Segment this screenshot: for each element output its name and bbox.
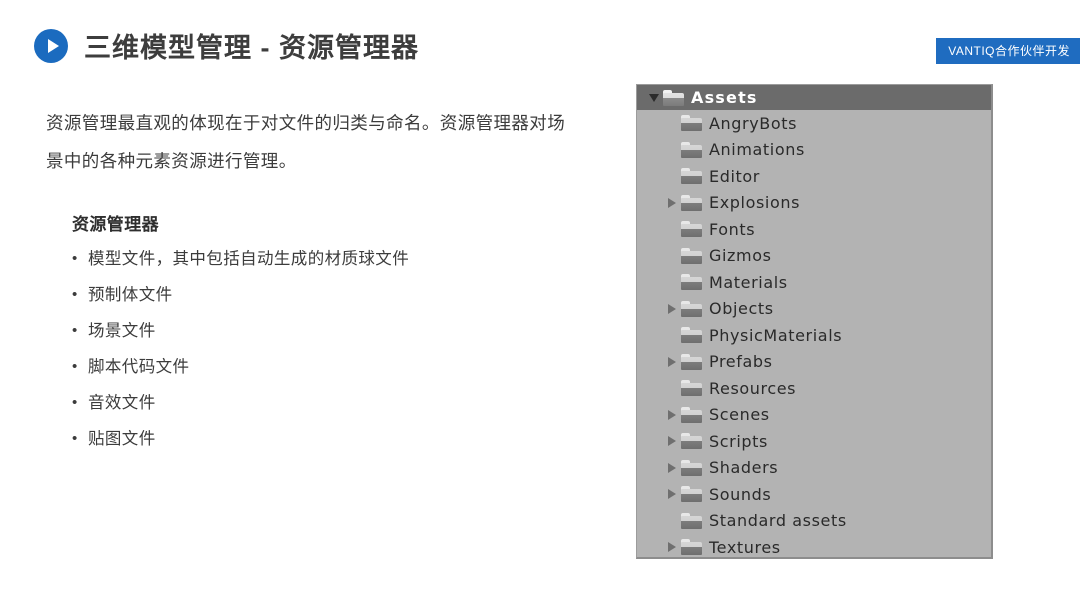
bullet-dot-icon: • (72, 322, 78, 339)
folder-icon (663, 89, 684, 106)
folder-icon (681, 380, 702, 397)
list-item-label: 预制体文件 (88, 286, 173, 304)
tree-row-assets-root[interactable]: Assets (637, 85, 991, 110)
tree-row-angrybots[interactable]: AngryBots (637, 110, 991, 137)
tree-row-label: Prefabs (709, 352, 773, 372)
tree-row-label: Scenes (709, 405, 770, 425)
tree-row-scenes[interactable]: Scenes (637, 402, 991, 429)
chevron-right-icon[interactable] (663, 436, 681, 447)
tree-row-label: Explosions (709, 193, 801, 213)
asset-browser-panel[interactable]: Assets AngryBots Animations Editor Explosio… (636, 84, 993, 559)
list-item: • 模型文件，其中包括自动生成的材质球文件 (72, 241, 586, 277)
tree-row-label: AngryBots (709, 113, 798, 133)
folder-icon (681, 141, 702, 158)
tree-row-label: Gizmos (709, 246, 772, 266)
bullet-dot-icon: • (72, 250, 78, 267)
tree-row-objects[interactable]: Objects (637, 296, 991, 323)
tree-row-fonts[interactable]: Fonts (637, 216, 991, 243)
bullet-dot-icon: • (72, 358, 78, 375)
list-item-label: 脚本代码文件 (88, 358, 190, 376)
tree-row-resources[interactable]: Resources (637, 375, 991, 402)
play-triangle-icon (47, 38, 59, 53)
tree-row-gizmos[interactable]: Gizmos (637, 243, 991, 270)
folder-icon (681, 459, 702, 476)
folder-icon (681, 406, 702, 423)
page-title: 三维模型管理 - 资源管理器 (84, 33, 419, 63)
tree-row-label: Textures (709, 537, 781, 557)
tree-row-prefabs[interactable]: Prefabs (637, 349, 991, 376)
tree-row-label: Editor (709, 166, 760, 186)
tree-row-explosions[interactable]: Explosions (637, 190, 991, 217)
chevron-right-icon[interactable] (663, 303, 681, 314)
chevron-right-icon[interactable] (663, 542, 681, 553)
list-item: • 贴图文件 (72, 421, 586, 457)
tree-row-materials[interactable]: Materials (637, 269, 991, 296)
tree-row-label: Fonts (709, 219, 756, 239)
tree-row-label: Assets (691, 88, 758, 107)
bullet-dot-icon: • (72, 430, 78, 447)
tree-row-label: PhysicMaterials (709, 325, 843, 345)
tree-row-label: Standard assets (709, 511, 847, 531)
list-item: • 场景文件 (72, 313, 586, 349)
intro-paragraph: 资源管理最直观的体现在于对文件的归类与命名。资源管理器对场景中的各种元素资源进行… (46, 113, 566, 171)
tree-row-label: Animations (709, 140, 805, 160)
tree-row-label: Sounds (709, 484, 772, 504)
slide-header: 三维模型管理 - 资源管理器 (34, 26, 419, 65)
list-item-label: 场景文件 (88, 322, 156, 340)
chevron-right-icon[interactable] (663, 409, 681, 420)
left-content-column: 资源管理最直观的体现在于对文件的归类与命名。资源管理器对场景中的各种元素资源进行… (46, 104, 586, 457)
chevron-down-icon[interactable] (645, 93, 663, 102)
partner-badge: VANTIQ合作伙伴开发 (936, 38, 1080, 64)
list-item: • 音效文件 (72, 385, 586, 421)
chevron-right-icon[interactable] (663, 356, 681, 367)
folder-icon (681, 433, 702, 450)
folder-icon (681, 247, 702, 264)
tree-row-animations[interactable]: Animations (637, 137, 991, 164)
asset-folder-tree[interactable]: Assets AngryBots Animations Editor Explosio… (637, 85, 991, 557)
bullet-dot-icon: • (72, 286, 78, 303)
tree-row-textures[interactable]: Textures (637, 534, 991, 557)
tree-row-scripts[interactable]: Scripts (637, 428, 991, 455)
list-item: • 预制体文件 (72, 277, 586, 313)
list-item-label: 模型文件，其中包括自动生成的材质球文件 (88, 250, 410, 268)
folder-icon (681, 539, 702, 556)
tree-row-label: Scripts (709, 431, 768, 451)
tree-row-label: Materials (709, 272, 788, 292)
resource-manager-list-section: 资源管理器 • 模型文件，其中包括自动生成的材质球文件 • 预制体文件 • 场景文件 • 脚本… (46, 210, 586, 457)
list-heading: 资源管理器 (72, 215, 159, 234)
folder-icon (681, 168, 702, 185)
tree-row-label: Objects (709, 299, 774, 319)
chevron-right-icon[interactable] (663, 489, 681, 500)
list-item-label: 音效文件 (88, 394, 156, 412)
tree-row-shaders[interactable]: Shaders (637, 455, 991, 482)
folder-icon (681, 300, 702, 317)
bullet-dot-icon: • (72, 394, 78, 411)
folder-icon (681, 274, 702, 291)
folder-icon (681, 486, 702, 503)
folder-icon (681, 353, 702, 370)
list-item: • 脚本代码文件 (72, 349, 586, 385)
chevron-right-icon[interactable] (663, 197, 681, 208)
play-circle-icon (34, 28, 68, 63)
folder-icon (681, 221, 702, 238)
bullet-list: • 模型文件，其中包括自动生成的材质球文件 • 预制体文件 • 场景文件 • 脚本代码文件 • 音… (72, 241, 586, 457)
folder-icon (681, 115, 702, 132)
tree-row-label: Resources (709, 378, 797, 398)
folder-icon (681, 512, 702, 529)
tree-row-physicmaterials[interactable]: PhysicMaterials (637, 322, 991, 349)
folder-icon (681, 327, 702, 344)
tree-row-editor[interactable]: Editor (637, 163, 991, 190)
tree-row-sounds[interactable]: Sounds (637, 481, 991, 508)
tree-row-standard-assets[interactable]: Standard assets (637, 508, 991, 535)
tree-row-label: Shaders (709, 458, 779, 478)
list-item-label: 贴图文件 (88, 430, 156, 448)
chevron-right-icon[interactable] (663, 462, 681, 473)
folder-icon (681, 194, 702, 211)
